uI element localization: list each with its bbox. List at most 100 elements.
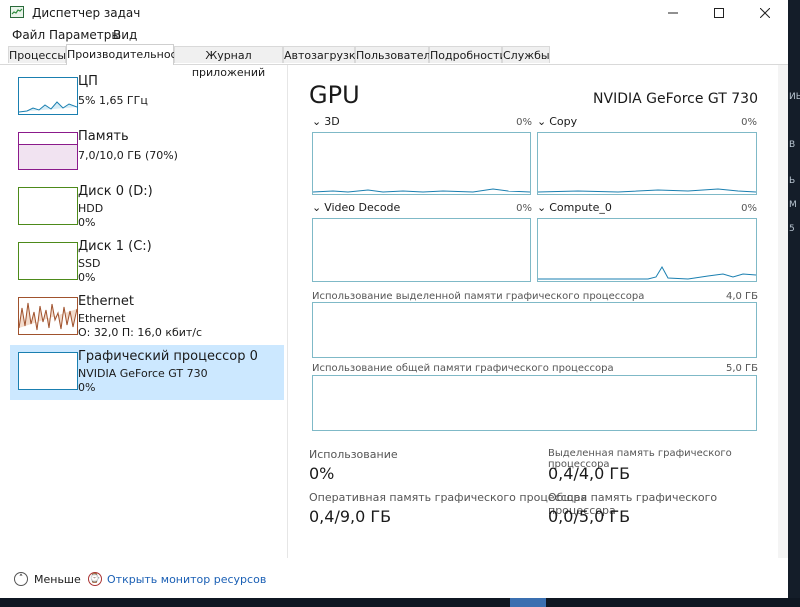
ethernet-thumbnail	[18, 297, 78, 335]
maximize-icon	[714, 8, 724, 18]
engine-name: Video Decode	[324, 201, 401, 214]
dedicated-memory-label: Использование выделенной памяти графичес…	[312, 291, 645, 302]
desktop-background: ИЬ В Ь М 5	[788, 0, 800, 607]
tab-app-history[interactable]: Журнал приложений	[174, 46, 283, 79]
resource-detail: HDD	[78, 202, 104, 215]
minimize-button[interactable]	[650, 0, 696, 26]
chevron-down-icon: ⌄	[537, 201, 547, 214]
shared-memory-graph	[312, 375, 757, 431]
resource-disk-0[interactable]: Диск 0 (D:) HDD 0%	[10, 180, 284, 235]
resource-detail: О: 32,0 П: 16,0 кбит/с	[78, 326, 203, 339]
stat-shared-value: 0,0/5,0 ГБ	[548, 507, 631, 526]
engine-copy-graph	[537, 132, 757, 195]
menu-options[interactable]: Параметры	[49, 28, 121, 42]
resource-detail: NVIDIA GeForce GT 730	[78, 367, 208, 380]
chevron-down-icon: ⌄	[312, 201, 322, 214]
desktop-text: М	[789, 200, 797, 210]
open-resource-monitor-label: Открыть монитор ресурсов	[107, 572, 267, 586]
resource-monitor-icon: ⌚	[88, 572, 102, 586]
resource-title: Графический процессор 0	[78, 349, 258, 364]
resource-detail: 7,0/10,0 ГБ (70%)	[78, 149, 178, 162]
desktop-text: ИЬ	[789, 92, 800, 102]
footer-bar: ˄ Меньше ⌚ Открыть монитор ресурсов	[0, 565, 788, 595]
chevron-down-icon: ⌄	[537, 115, 547, 128]
resource-gpu-0[interactable]: Графический процессор 0 NVIDIA GeForce G…	[10, 345, 284, 400]
resource-detail: 0%	[78, 271, 96, 284]
menu-bar: Файл Параметры Вид	[0, 26, 788, 44]
engine-value: 0%	[741, 203, 757, 214]
engine-compute-graph	[537, 218, 757, 282]
tab-startup[interactable]: Автозагрузка	[283, 46, 362, 63]
resource-title: Ethernet	[78, 294, 134, 309]
disk1-thumbnail	[18, 242, 78, 280]
shared-memory-max: 5,0 ГБ	[725, 363, 758, 374]
stat-gpu-memory-value: 0,4/9,0 ГБ	[309, 507, 392, 526]
taskbar	[0, 598, 800, 607]
minimize-icon	[668, 12, 678, 14]
menu-view[interactable]: Вид	[113, 28, 137, 42]
resource-title: Диск 0 (D:)	[78, 184, 153, 199]
resource-list: ЦП 5% 1,65 ГГц Память 7,0/10,0 ГБ (70%) …	[0, 65, 287, 558]
dedicated-memory-graph	[312, 302, 757, 358]
resource-detail: 5% 1,65 ГГц	[78, 94, 148, 107]
tab-strip: Процессы Производительность Журнал прило…	[0, 44, 788, 79]
tab-processes[interactable]: Процессы	[8, 46, 66, 63]
desktop-text: Ь	[789, 176, 796, 186]
task-manager-window: Диспетчер задач Файл Параметры Вид Проце…	[0, 0, 788, 607]
engine-value: 0%	[516, 117, 532, 128]
tab-details[interactable]: Подробности	[429, 46, 507, 63]
cpu-thumbnail	[18, 77, 78, 115]
open-resource-monitor-link[interactable]: ⌚ Открыть монитор ресурсов	[88, 572, 266, 586]
tab-performance[interactable]: Производительность	[66, 44, 190, 65]
window-title: Диспетчер задач	[32, 6, 141, 20]
close-button[interactable]	[742, 0, 788, 26]
close-icon	[760, 8, 770, 18]
resource-title: Память	[78, 129, 129, 144]
resource-ethernet[interactable]: Ethernet Ethernet О: 32,0 П: 16,0 кбит/с	[10, 290, 284, 345]
engine-video-decode-selector[interactable]: ⌄ Video Decode	[312, 201, 400, 214]
taskbar-app-icon[interactable]	[510, 598, 546, 607]
shared-memory-label: Использование общей памяти графического …	[312, 363, 614, 374]
gpu-thumbnail	[18, 352, 78, 390]
chevron-down-icon: ⌄	[312, 115, 322, 128]
resource-detail: Ethernet	[78, 312, 126, 325]
gpu-detail-panel: GPU NVIDIA GeForce GT 730 ⌄ 3D 0% ⌄ Copy 0…	[288, 65, 788, 558]
tab-services[interactable]: Службы	[502, 46, 550, 63]
resource-disk-1[interactable]: Диск 1 (C:) SSD 0%	[10, 235, 284, 290]
engine-3d-selector[interactable]: ⌄ 3D	[312, 115, 340, 128]
engine-value: 0%	[741, 117, 757, 128]
resource-title: Диск 1 (C:)	[78, 239, 152, 254]
resource-memory[interactable]: Память 7,0/10,0 ГБ (70%)	[10, 125, 284, 180]
maximize-button[interactable]	[696, 0, 742, 26]
engine-compute-selector[interactable]: ⌄ Compute_0	[537, 201, 612, 214]
engine-name: Compute_0	[549, 201, 612, 214]
gpu-model-name: NVIDIA GeForce GT 730	[593, 91, 758, 107]
stat-utilization-label: Использование	[309, 448, 398, 461]
disk0-thumbnail	[18, 187, 78, 225]
desktop-text: В	[789, 140, 796, 150]
engine-name: 3D	[324, 115, 340, 128]
title-bar[interactable]: Диспетчер задач	[0, 0, 788, 26]
engine-3d-graph	[312, 132, 531, 195]
dedicated-memory-max: 4,0 ГБ	[725, 291, 758, 302]
task-manager-icon	[10, 6, 24, 18]
resource-cpu[interactable]: ЦП 5% 1,65 ГГц	[10, 70, 284, 125]
desktop-text: 5	[789, 224, 795, 234]
engine-copy-selector[interactable]: ⌄ Copy	[537, 115, 577, 128]
gpu-heading: GPU	[309, 81, 360, 109]
stat-gpu-memory-label: Оперативная память графического процессо…	[309, 491, 588, 504]
resource-detail: 0%	[78, 216, 96, 229]
fewer-details-button[interactable]: ˄ Меньше	[14, 572, 81, 586]
stat-utilization-value: 0%	[309, 464, 335, 483]
chevron-up-icon: ˄	[14, 572, 28, 586]
tab-users[interactable]: Пользователи	[355, 46, 438, 63]
engine-name: Copy	[549, 115, 578, 128]
resource-detail: SSD	[78, 257, 101, 270]
fewer-details-label: Меньше	[34, 572, 81, 586]
stat-dedicated-value: 0,4/4,0 ГБ	[548, 464, 631, 483]
resource-detail: 0%	[78, 381, 96, 394]
resource-title: ЦП	[78, 74, 98, 89]
engine-video-decode-graph	[312, 218, 531, 282]
menu-file[interactable]: Файл	[12, 28, 45, 42]
vertical-scrollbar[interactable]	[778, 65, 788, 558]
